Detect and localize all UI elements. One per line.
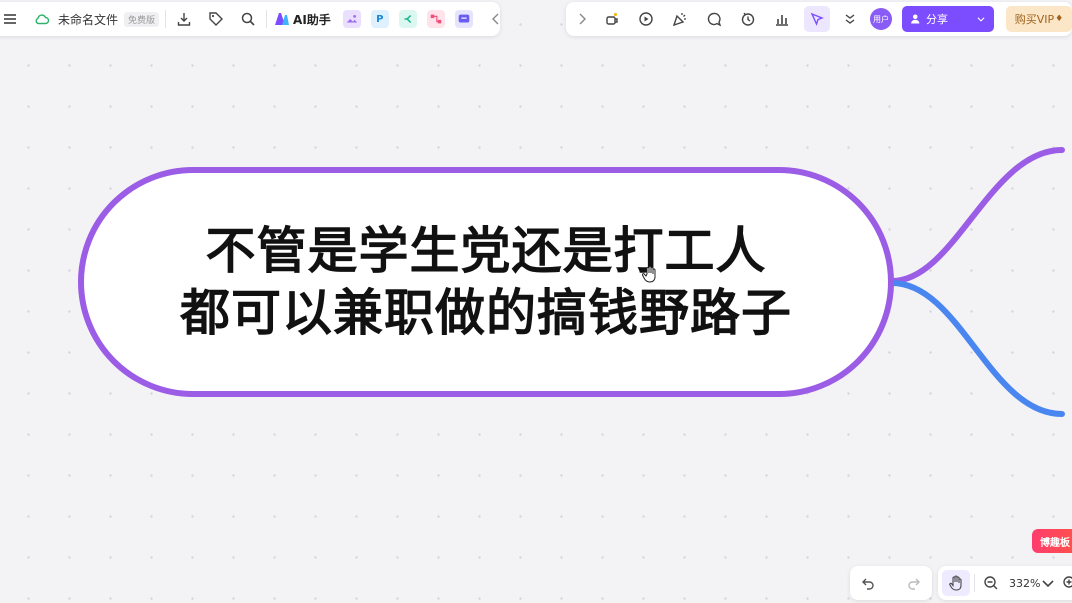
zoom-controls: 332% bbox=[938, 566, 1072, 600]
hand-tool-icon[interactable] bbox=[942, 570, 970, 596]
zoom-dropdown-icon[interactable] bbox=[1040, 571, 1056, 595]
zoom-divider bbox=[974, 574, 975, 592]
zoom-level[interactable]: 332% bbox=[1009, 577, 1040, 590]
branch-connector-lower bbox=[889, 280, 1065, 417]
side-promo-tab[interactable]: 博趣板 bbox=[1032, 529, 1072, 553]
central-topic-line-2: 都可以兼职做的搞钱野路子 bbox=[180, 284, 792, 342]
redo-icon[interactable] bbox=[902, 571, 926, 595]
undo-icon[interactable] bbox=[856, 571, 880, 595]
branch-connector-upper bbox=[889, 147, 1065, 284]
side-promo-label: 博趣板 bbox=[1040, 537, 1070, 549]
hand-cursor-icon bbox=[642, 266, 656, 283]
zoom-out-icon[interactable] bbox=[979, 571, 1003, 595]
zoom-in-icon[interactable] bbox=[1058, 571, 1072, 595]
mindmap-central-topic[interactable]: 不管是学生党还是打工人 都可以兼职做的搞钱野路子 bbox=[78, 167, 894, 397]
central-topic-line-1: 不管是学生党还是打工人 bbox=[205, 222, 767, 280]
history-controls bbox=[850, 566, 932, 600]
